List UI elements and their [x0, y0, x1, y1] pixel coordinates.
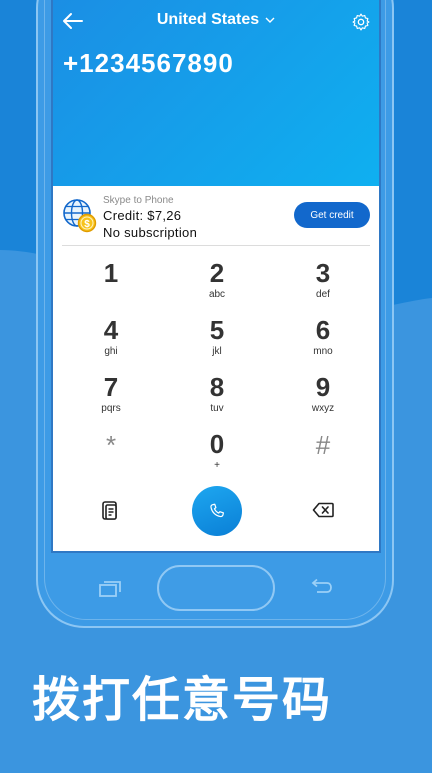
- key-symbol: *: [105, 430, 117, 460]
- key-6[interactable]: 6 mno: [283, 315, 363, 371]
- key-digit: 5: [209, 315, 225, 345]
- key-digit: 0: [209, 429, 225, 459]
- dialer-actions: [53, 486, 379, 538]
- key-8[interactable]: 8 tuv: [177, 372, 257, 428]
- phone-screen: United States +1234567890 $ Skype to Pho…: [51, 0, 381, 553]
- backspace-icon[interactable]: [312, 502, 334, 518]
- key-digit: 7: [103, 372, 119, 402]
- key-letters: abc: [208, 289, 226, 300]
- promo-caption: 拨打任意号码: [32, 672, 333, 728]
- key-2[interactable]: 2 abc: [177, 258, 257, 314]
- key-3[interactable]: 3 def: [283, 258, 363, 314]
- key-letters: def: [316, 289, 330, 300]
- credit-balance: Credit: $7,26: [103, 208, 182, 223]
- key-star[interactable]: *: [71, 429, 151, 485]
- chevron-down-icon: [265, 17, 275, 23]
- recent-apps-icon[interactable]: [98, 580, 122, 598]
- credit-row: $ Skype to Phone Credit: $7,26 No subscr…: [53, 188, 379, 244]
- dialed-number[interactable]: +1234567890: [63, 48, 234, 79]
- home-button[interactable]: [157, 565, 275, 611]
- svg-text:$: $: [84, 219, 90, 230]
- key-digit: 9: [315, 372, 331, 402]
- key-symbol: #: [315, 430, 331, 460]
- key-letters: ghi: [104, 346, 118, 357]
- get-credit-button[interactable]: Get credit: [294, 202, 370, 228]
- key-hash[interactable]: #: [283, 429, 363, 485]
- dialpad-icon[interactable]: [101, 500, 121, 522]
- gear-icon[interactable]: [351, 12, 371, 32]
- key-5[interactable]: 5 jkl: [177, 315, 257, 371]
- credit-product: Skype to Phone: [103, 195, 174, 206]
- country-dropdown[interactable]: United States: [157, 11, 275, 29]
- country-selector: United States: [53, 11, 379, 29]
- key-1[interactable]: 1: [71, 258, 151, 314]
- key-digit: 1: [103, 258, 119, 288]
- key-letters: jkl: [212, 346, 222, 357]
- key-digit: 8: [209, 372, 225, 402]
- key-letters: mno: [313, 346, 333, 357]
- call-button[interactable]: [192, 486, 242, 536]
- key-digit: 2: [209, 258, 225, 288]
- key-7[interactable]: 7 pqrs: [71, 372, 151, 428]
- key-4[interactable]: 4 ghi: [71, 315, 151, 371]
- key-letters: wxyz: [311, 403, 335, 414]
- back-key-icon[interactable]: [309, 578, 333, 596]
- subscription-status: No subscription: [103, 225, 198, 240]
- key-digit: 3: [315, 258, 331, 288]
- key-9[interactable]: 9 wxyz: [283, 372, 363, 428]
- globe-coin-icon: $: [63, 199, 97, 233]
- key-letters: tuv: [210, 403, 224, 414]
- credit-info: Skype to Phone Credit: $7,26 No subscrip…: [103, 194, 197, 241]
- key-digit: 4: [103, 315, 119, 345]
- dialer-header: United States +1234567890: [53, 0, 379, 186]
- phone-icon: [210, 503, 224, 518]
- key-0[interactable]: 0 +: [177, 429, 257, 485]
- key-digit: 6: [315, 315, 331, 345]
- key-letters: pqrs: [101, 403, 121, 414]
- divider: [62, 245, 370, 246]
- country-label: United States: [156, 11, 260, 28]
- key-letters: +: [214, 460, 220, 471]
